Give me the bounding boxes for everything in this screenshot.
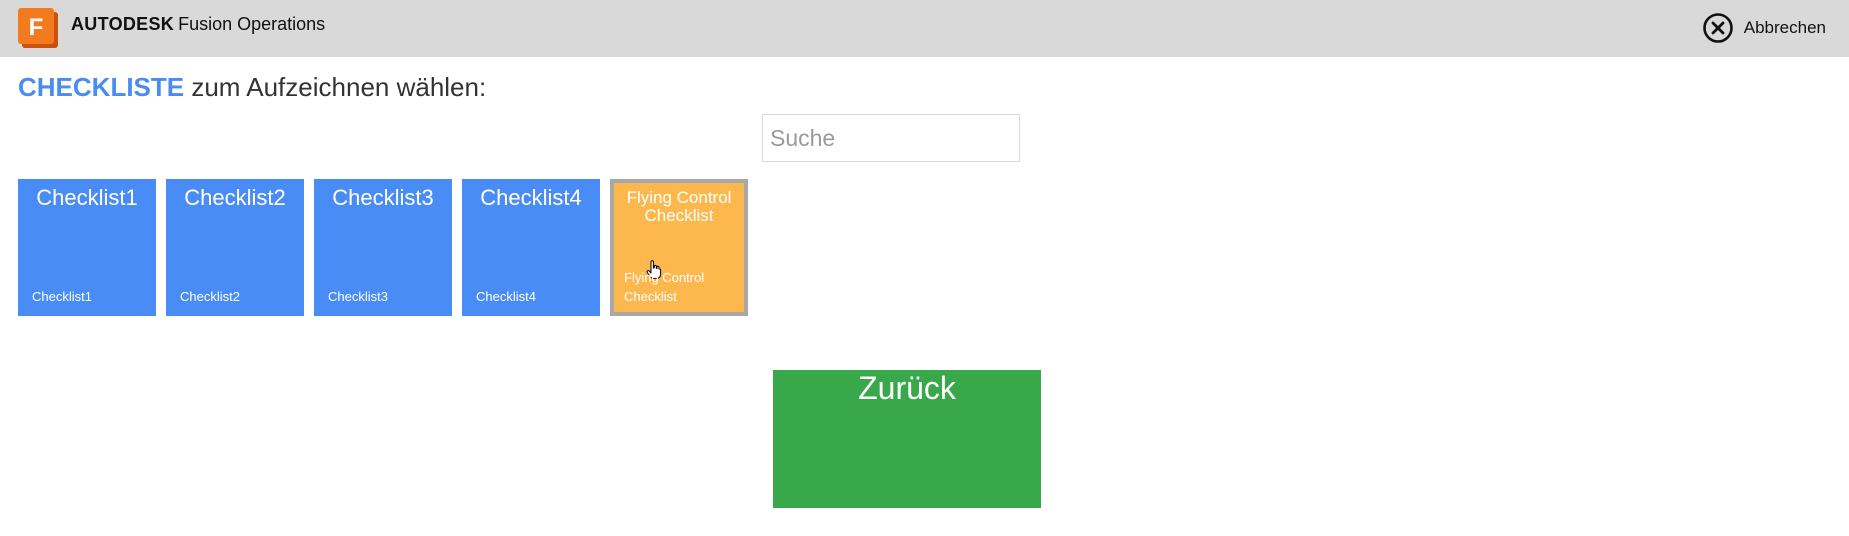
brand-name: AUTODESK (71, 14, 175, 34)
checklist-tile-subtitle: Checklist2 (180, 289, 240, 304)
checklist-tile-title: Flying Control Checklist (626, 188, 732, 225)
checklist-tile-subtitle: Flying Control Checklist (624, 270, 705, 304)
back-button[interactable]: Zurück (773, 370, 1041, 508)
product-name: Fusion Operations (178, 14, 326, 34)
fusion-f-logo-icon: F (18, 8, 58, 48)
cancel-button[interactable]: Abbrechen (1702, 12, 1826, 44)
page-title: CHECKLISTE zum Aufzeichnen wählen: (18, 72, 486, 103)
checklist-tile-selected[interactable]: Flying Control Checklist Flying Control … (610, 179, 748, 316)
search-input[interactable] (762, 114, 1020, 162)
back-button-label: Zurück (858, 370, 956, 406)
checklist-tile-subtitle: Checklist1 (32, 289, 92, 304)
checklist-tile[interactable]: Checklist4 Checklist4 (462, 179, 600, 316)
checklist-tile[interactable]: Checklist2 Checklist2 (166, 179, 304, 316)
checklist-tile[interactable]: Checklist1 Checklist1 (18, 179, 156, 316)
cancel-label: Abbrechen (1743, 18, 1826, 37)
checklist-tile-subtitle: Checklist4 (476, 289, 536, 304)
checklist-tile-title: Checklist4 (480, 185, 582, 210)
svg-text:F: F (29, 14, 44, 41)
checklist-tile-title: Checklist2 (184, 185, 286, 210)
checklist-tile[interactable]: Checklist3 Checklist3 (314, 179, 452, 316)
app-brand: AUTODESK Fusion Operations (71, 14, 325, 35)
close-circle-icon (1702, 13, 1733, 43)
checklist-tile-subtitle: Checklist3 (328, 289, 388, 304)
top-bar: F AUTODESK Fusion Operations Abbrechen (0, 0, 1849, 57)
page-title-rest: zum Aufzeichnen wählen: (184, 72, 487, 102)
page-title-accent: CHECKLISTE (18, 72, 185, 102)
checklist-tile-title: Checklist1 (36, 185, 138, 210)
checklist-tile-title: Checklist3 (332, 185, 434, 210)
